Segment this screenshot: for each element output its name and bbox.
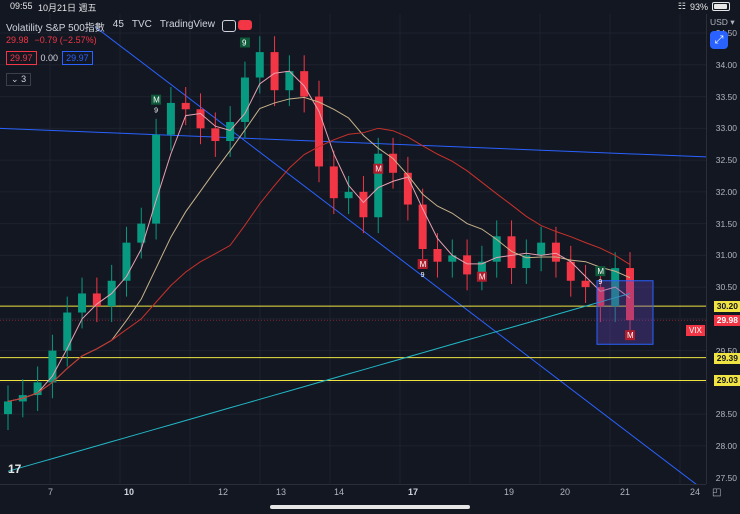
time-axis[interactable]: 7 10 12 13 14 17 19 20 21 24 [0, 484, 706, 501]
auto-scale-icon[interactable]: ⤢ [710, 31, 728, 49]
candle-body [226, 121, 235, 142]
candle-body [181, 102, 190, 110]
candle-body [329, 166, 338, 199]
time-tick-label: 17 [408, 487, 419, 497]
price-tick-label: 31.00 [715, 250, 737, 261]
price-axis[interactable]: 34.5034.0033.5033.0032.5032.0031.5031.00… [706, 14, 740, 484]
legend-values: 29.98 −0.79 (−2.57%) [6, 35, 97, 45]
last-price: 29.98 [6, 35, 29, 45]
indicator-row: 29.97 0.00 29.97 [6, 51, 93, 65]
indicator-count: 3 [21, 74, 27, 84]
time-tick-label: 19 [504, 487, 515, 497]
symbol-tag: VIX [686, 325, 705, 336]
time-tick-label: 10 [124, 487, 135, 497]
time-tick-label: 13 [276, 487, 287, 497]
candle-body [433, 249, 442, 262]
candle-body [418, 204, 427, 249]
price-tick-label: 33.50 [715, 91, 737, 102]
battery-percent: 93% [689, 1, 708, 12]
indicator-value-c[interactable]: 29.97 [62, 51, 93, 65]
brand-label: TradingView [159, 19, 215, 30]
time-tick-label: 12 [218, 487, 229, 497]
candle-body [196, 109, 205, 129]
indicators-collapse-button[interactable]: ⌄ 3 [6, 73, 32, 86]
signal-marker-label: M [479, 273, 486, 282]
time-tick-label: 20 [560, 487, 571, 497]
price-tick-label: 27.50 [715, 472, 737, 483]
status-time: 09:55 [10, 1, 33, 11]
time-tick-label: 21 [620, 487, 631, 497]
currency-selector[interactable]: USD ▾ [710, 17, 735, 28]
trendline-top [0, 127, 706, 158]
candle-body [344, 191, 353, 199]
signal-marker-label: M [420, 260, 427, 269]
chart-settings-icon[interactable]: ◰ [712, 487, 721, 498]
price-tick-label: 33.00 [715, 123, 737, 134]
status-bar: 09:55 10月21日 週五 ☷ 93% [0, 0, 740, 14]
candle-body [255, 52, 264, 78]
candle-body [122, 242, 131, 281]
indicator-value-b: 0.00 [40, 53, 59, 63]
time-tick-label: 7 [48, 487, 54, 497]
candle-body [166, 102, 175, 135]
battery-icon [712, 2, 730, 11]
battery-fill [714, 4, 728, 9]
price-tick-label: 30.50 [715, 282, 737, 293]
signal-marker-label: M [597, 267, 604, 276]
signal-marker-label: 9 [242, 39, 247, 48]
candle-body [374, 153, 383, 218]
signal-marker-label: M [153, 96, 160, 105]
candle-body [463, 255, 472, 275]
tradingview-logo-icon: 17 [8, 462, 22, 476]
time-tick-label: 24 [690, 487, 701, 497]
signal-marker-label: M [375, 165, 382, 174]
time-tick-label: 14 [334, 487, 345, 497]
interval-label[interactable]: 45 [113, 19, 124, 34]
edit-icon[interactable] [222, 20, 236, 32]
signal-marker-sublabel: 9 [154, 108, 158, 115]
price-tick-label: 32.00 [715, 186, 737, 197]
price-chart[interactable]: M 9 9 M M 9 M M 9 M [0, 14, 706, 484]
currency-label: USD [710, 17, 728, 27]
signal-marker-sublabel: 9 [598, 279, 602, 286]
chevron-down-icon: ⌄ [11, 74, 19, 84]
price-tag-line3: 29.03 [713, 375, 740, 387]
price-tag-current: 29.98 [713, 315, 740, 327]
price-tag-line1: 30.20 [713, 301, 740, 313]
candle-body [551, 242, 560, 262]
price-tick-label: 32.50 [715, 155, 737, 166]
exchange-label: TVC [131, 19, 152, 30]
candle-body [4, 401, 12, 415]
symbol-name[interactable]: Volatility S&P 500指數 [6, 19, 105, 34]
indicator-value-a[interactable]: 29.97 [6, 51, 37, 65]
chart-legend: Volatility S&P 500指數 45 TVC TradingView [6, 19, 215, 34]
status-indicators: ☷ 93% [678, 1, 730, 12]
status-date: 10月21日 週五 [38, 3, 97, 13]
signal-marker-label: M [627, 331, 634, 340]
candle-body [448, 255, 457, 262]
price-tick-label: 28.00 [715, 440, 737, 451]
candle-body [63, 312, 72, 351]
candle-body [270, 52, 279, 91]
price-tick-label: 34.00 [715, 59, 737, 70]
candle-body [78, 293, 87, 313]
price-change: −0.79 (−2.57%) [34, 35, 97, 45]
candle-body [48, 350, 57, 383]
price-tick-label: 28.50 [715, 409, 737, 420]
candle-body [581, 280, 590, 288]
candle-body [240, 77, 249, 122]
signal-marker-sublabel: 9 [421, 272, 425, 279]
home-indicator[interactable] [270, 505, 470, 509]
price-tick-label: 31.50 [715, 218, 737, 229]
price-tag-line2: 29.39 [713, 352, 740, 364]
visibility-icon[interactable] [238, 20, 252, 30]
candle-body [359, 191, 368, 218]
candle-body [537, 242, 546, 256]
wifi-icon: ☷ [677, 1, 686, 11]
candle-body [211, 128, 220, 142]
